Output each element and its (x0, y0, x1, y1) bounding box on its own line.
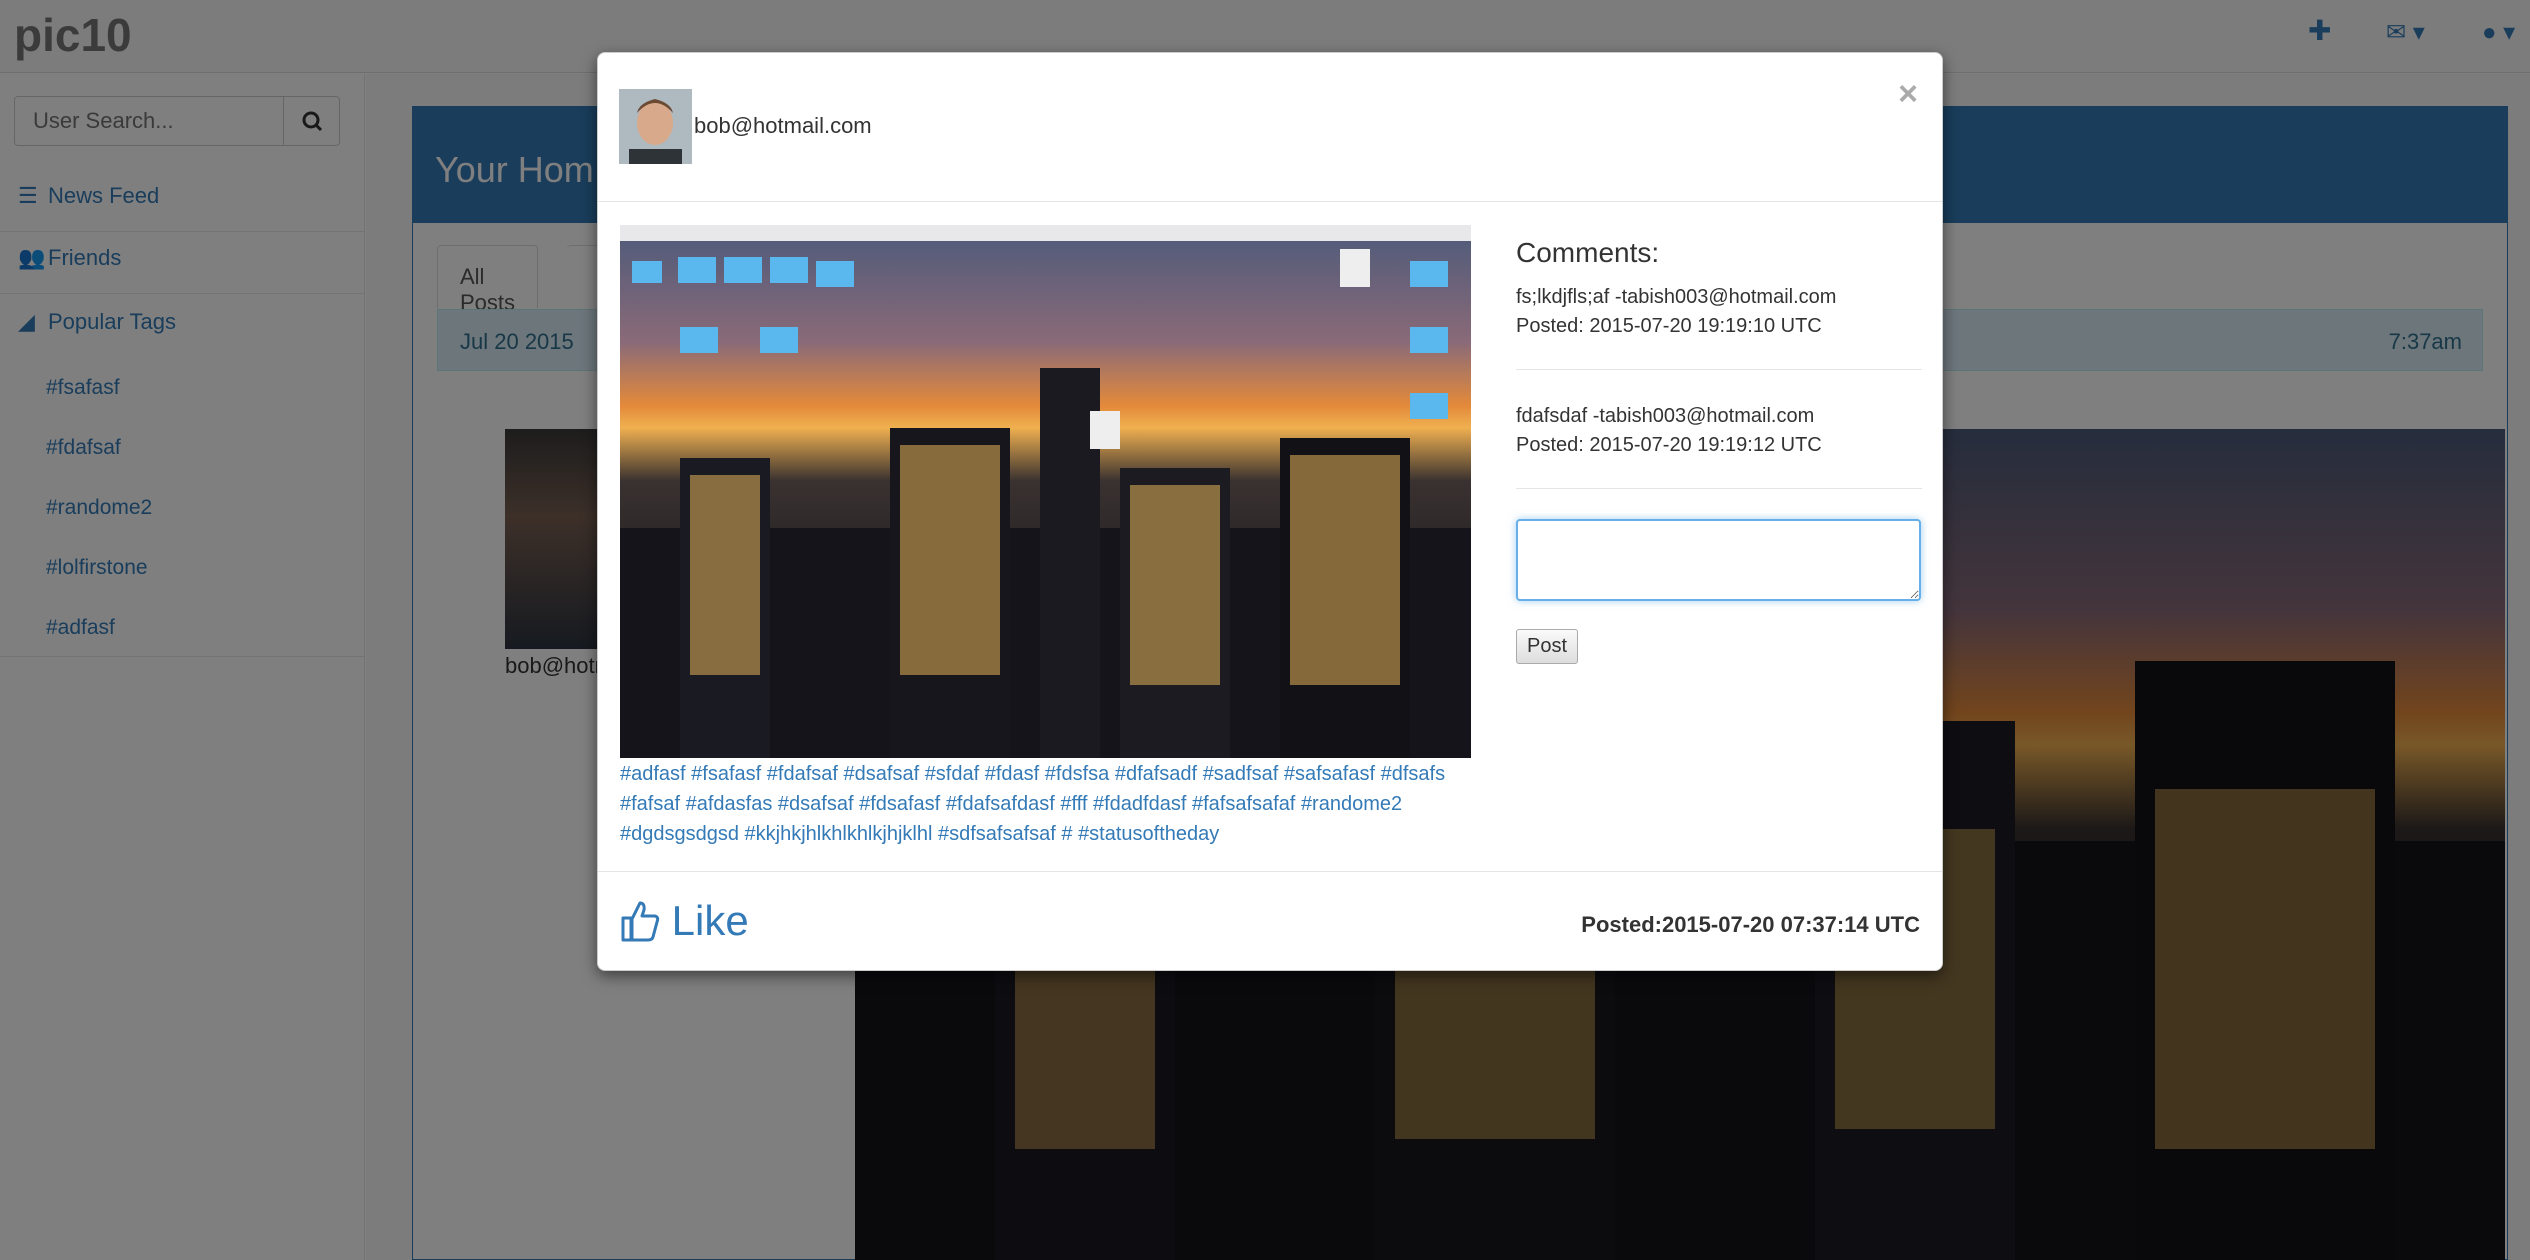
hashtag-link[interactable]: #adfasf (620, 763, 686, 785)
comment-text: fdafsdaf -tabish003@hotmail.com (1516, 405, 1815, 427)
hashtag-link[interactable]: #fdsfsa (1045, 763, 1109, 785)
modal-username[interactable]: bob@hotmail.com (694, 113, 872, 139)
hashtag-link[interactable]: #fafsaf (620, 793, 680, 815)
menubar-strip (620, 225, 1471, 241)
hashtag-link[interactable]: #dgdsgsdgsd (620, 823, 739, 845)
hashtag-link[interactable]: #afdasfas (686, 793, 773, 815)
comment: fdafsdaf -tabish003@hotmail.com Posted: … (1516, 402, 1922, 489)
post-comment-button[interactable]: Post (1516, 629, 1579, 664)
hashtag-link[interactable]: #fdafsaf (767, 763, 838, 785)
comment-input[interactable] (1516, 519, 1921, 601)
hashtag-link[interactable]: #dfsafs (1381, 763, 1445, 785)
comment-timestamp: Posted: 2015-07-20 19:19:12 UTC (1516, 434, 1822, 456)
comment-text: fs;lkdjfls;af -tabish003@hotmail.com (1516, 286, 1837, 308)
post-tags: #adfasf #fsafasf #fdafsaf #dsafsaf #sfda… (620, 759, 1480, 849)
modal-body: #adfasf #fsafasf #fdafsaf #dsafsaf #sfda… (598, 203, 1942, 870)
hashtag-link[interactable]: #fff (1060, 793, 1087, 815)
hashtag-link[interactable]: #fdasf (985, 763, 1039, 785)
comment-timestamp: Posted: 2015-07-20 19:19:10 UTC (1516, 315, 1822, 337)
hashtag-link[interactable]: #fdafsafdasf (946, 793, 1055, 815)
avatar[interactable] (619, 89, 692, 164)
hashtag-link[interactable]: #dfafsadf (1115, 763, 1197, 785)
comment: fs;lkdjfls;af -tabish003@hotmail.com Pos… (1516, 283, 1922, 370)
hashtag-link[interactable]: #fsafasf (691, 763, 761, 785)
hashtag-link[interactable]: #fafsafsafaf (1192, 793, 1295, 815)
hashtag-link[interactable]: #dsafsaf (844, 763, 920, 785)
like-label: Like (671, 896, 749, 944)
hashtag-link[interactable]: #statusoftheday (1078, 823, 1219, 845)
hashtag-link[interactable]: #fdsafasf (859, 793, 940, 815)
hashtag-link[interactable]: # (1061, 823, 1072, 845)
hashtag-link[interactable]: #kkjhkjhlkhlkhlkjhjklhl (745, 823, 933, 845)
hashtag-link[interactable]: #sdfsafsafsaf (938, 823, 1056, 845)
hashtag-link[interactable]: #fdadfdasf (1093, 793, 1186, 815)
hashtag-link[interactable]: #randome2 (1301, 793, 1402, 815)
comments-title: Comments: (1516, 237, 1660, 268)
hashtag-link[interactable]: #sadfsaf (1203, 763, 1279, 785)
avatar-photo (619, 89, 692, 164)
post-modal: bob@hotmail.com × #adfasf #fsafasf #fdaf… (597, 52, 1943, 971)
hashtag-link[interactable]: #sfdaf (925, 763, 979, 785)
close-button[interactable]: × (1898, 75, 1918, 114)
post-timestamp: Posted:2015-07-20 07:37:14 UTC (1581, 912, 1920, 937)
comments-section: Comments: fs;lkdjfls;af -tabish003@hotma… (1516, 237, 1922, 664)
like-button[interactable]: Like (620, 894, 749, 944)
post-image[interactable] (620, 225, 1471, 758)
modal-header: bob@hotmail.com × (598, 53, 1942, 202)
thumbs-up-icon (621, 901, 660, 942)
hashtag-link[interactable]: #dsafsaf (778, 793, 854, 815)
hashtag-link[interactable]: #safsafasf (1284, 763, 1375, 785)
modal-footer: Like Posted:2015-07-20 07:37:14 UTC (598, 871, 1942, 970)
